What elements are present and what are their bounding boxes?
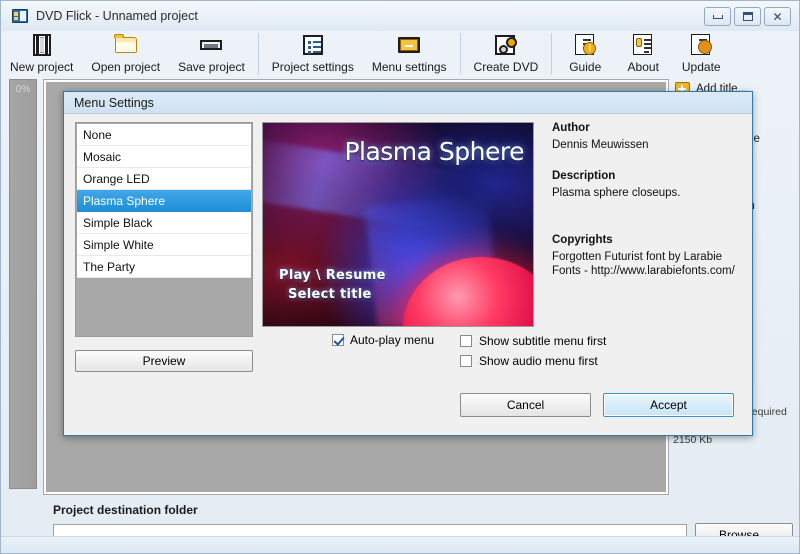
copyrights-heading: Copyrights [552, 234, 742, 246]
progress-percent: 0% [10, 84, 36, 95]
toolbar-label: Open project [91, 60, 160, 74]
preview-menu-items: Play \ Resume Select title [279, 266, 386, 304]
menu-settings-dialog: Menu Settings None Mosaic Orange LED Pla… [63, 91, 753, 436]
window-controls: ✕ [704, 7, 791, 26]
toolbar-open-project[interactable]: Open project [82, 31, 169, 77]
toolbar-create-dvd[interactable]: Create DVD [465, 31, 548, 77]
toolbar-label: Create DVD [474, 60, 539, 74]
theme-item-none[interactable]: None [77, 124, 251, 146]
film-strip-icon [29, 33, 55, 57]
dvd-flick-icon [12, 9, 28, 23]
show-subtitle-menu-checkbox[interactable]: Show subtitle menu first [460, 331, 606, 351]
dvd-flick-window: DVD Flick - Unnamed project ✕ New projec… [0, 0, 800, 554]
theme-item-plasma-sphere[interactable]: Plasma Sphere [77, 190, 251, 212]
toolbar-new-project[interactable]: New project [1, 31, 82, 77]
floppy-disk-icon [198, 33, 224, 57]
progress-strip: 0% [9, 79, 37, 489]
preview-title-text: Plasma Sphere [344, 137, 524, 166]
dialog-title-bar: Menu Settings [64, 92, 752, 114]
toolbar-label: New project [10, 60, 73, 74]
toolbar-separator [551, 33, 552, 75]
theme-item-mosaic[interactable]: Mosaic [77, 146, 251, 168]
toolbar-separator [258, 33, 259, 75]
preview-button[interactable]: Preview [75, 350, 253, 372]
autoplay-menu-checkbox[interactable]: Auto-play menu [332, 333, 434, 347]
minimize-icon [713, 15, 723, 19]
theme-item-simple-white[interactable]: Simple White [77, 234, 251, 256]
theme-preview-image: Plasma Sphere Play \ Resume Select title [262, 122, 534, 327]
toolbar-label: Save project [178, 60, 245, 74]
window-title-bar: DVD Flick - Unnamed project ✕ [1, 1, 799, 31]
theme-list[interactable]: None Mosaic Orange LED Plasma Sphere Sim… [75, 122, 253, 337]
minimize-button[interactable] [704, 7, 731, 26]
dialog-title: Menu Settings [74, 96, 154, 110]
guide-info-icon: i [572, 33, 598, 57]
checkbox-icon [460, 335, 472, 347]
destination-label: Project destination folder [53, 503, 793, 517]
update-sphere-icon [688, 33, 714, 57]
maximize-button[interactable] [734, 7, 761, 26]
project-settings-icon [300, 33, 326, 57]
status-bar [1, 536, 799, 553]
toolbar-guide[interactable]: i Guide [556, 31, 614, 77]
window-title: DVD Flick - Unnamed project [36, 9, 198, 23]
author-value: Dennis Meuwissen [552, 138, 742, 152]
toolbar-project-settings[interactable]: Project settings [263, 31, 363, 77]
toolbar-label: Guide [569, 60, 601, 74]
autoplay-menu-label: Auto-play menu [350, 333, 434, 347]
theme-info: Author Dennis Meuwissen Description Plas… [552, 122, 742, 296]
theme-item-simple-black[interactable]: Simple Black [77, 212, 251, 234]
theme-item-the-party[interactable]: The Party [77, 256, 251, 278]
preview-menu-play: Play \ Resume [279, 266, 386, 285]
toolbar-label: About [628, 60, 659, 74]
description-heading: Description [552, 170, 742, 182]
maximize-icon [743, 12, 753, 21]
toolbar-menu-settings[interactable]: Menu settings [363, 31, 456, 77]
close-icon: ✕ [772, 11, 782, 23]
menu-order-options: Show subtitle menu first Show audio menu… [460, 331, 606, 371]
toolbar-about[interactable]: About [614, 31, 672, 77]
toolbar-label: Menu settings [372, 60, 447, 74]
checkbox-icon [460, 355, 472, 367]
theme-item-orange-led[interactable]: Orange LED [77, 168, 251, 190]
toolbar-label: Update [682, 60, 721, 74]
copyrights-value: Forgotten Futurist font by Larabie Fonts… [552, 250, 742, 278]
preview-menu-select-title: Select title [288, 285, 386, 304]
create-dvd-icon [493, 33, 519, 57]
folder-open-icon [113, 33, 139, 57]
show-subtitle-menu-label: Show subtitle menu first [479, 334, 606, 348]
close-button[interactable]: ✕ [764, 7, 791, 26]
about-hand-icon [630, 33, 656, 57]
main-toolbar: New project Open project Save project Pr… [1, 31, 799, 79]
menu-settings-icon [396, 33, 422, 57]
toolbar-label: Project settings [272, 60, 354, 74]
cancel-button[interactable]: Cancel [460, 393, 591, 417]
show-audio-menu-label: Show audio menu first [479, 354, 598, 368]
description-value: Plasma sphere closeups. [552, 186, 742, 200]
accept-button[interactable]: Accept [603, 393, 734, 417]
toolbar-save-project[interactable]: Save project [169, 31, 254, 77]
checkbox-checked-icon [332, 334, 344, 346]
toolbar-update[interactable]: Update [672, 31, 730, 77]
toolbar-separator [460, 33, 461, 75]
show-audio-menu-checkbox[interactable]: Show audio menu first [460, 351, 606, 371]
dialog-actions: Cancel Accept [460, 393, 734, 417]
author-heading: Author [552, 122, 742, 134]
